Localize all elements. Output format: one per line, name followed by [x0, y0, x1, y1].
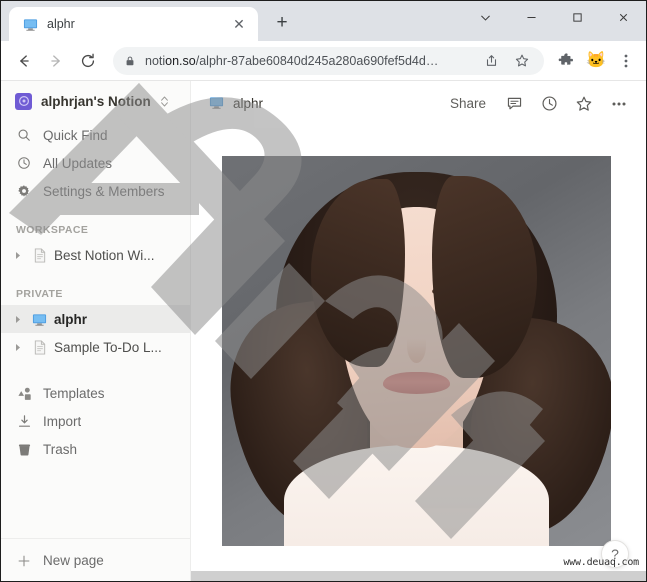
close-window-icon[interactable] [600, 1, 646, 33]
sidebar: alphrjan's Notion Quick Find All Updates [1, 81, 191, 581]
sidebar-item-import[interactable]: Import [1, 407, 190, 435]
new-page-button[interactable]: New page [1, 547, 190, 575]
sidebar-item-label: All Updates [43, 155, 113, 171]
sidebar-item-quick-find[interactable]: Quick Find [1, 121, 190, 149]
sidebar-item-label: Import [43, 413, 82, 429]
sidebar-item-templates[interactable]: Templates [1, 379, 190, 407]
chevron-right-icon[interactable] [11, 343, 25, 352]
share-button[interactable]: Share [444, 92, 492, 115]
sidebar-item-all-updates[interactable]: All Updates [1, 149, 190, 177]
star-icon[interactable] [571, 91, 597, 117]
sidebar-item-label: Settings & Members [43, 183, 165, 199]
trash-icon [16, 442, 32, 457]
address-bar[interactable]: notion.so/alphr-87abe60840d245a280a690fe… [113, 46, 544, 75]
tab-strip: alphr ✕ + [1, 1, 646, 41]
notion-content: alphr Share ? [191, 81, 646, 581]
breadcrumb[interactable]: alphr [233, 96, 263, 111]
horizontal-scrollbar[interactable] [191, 571, 646, 581]
browser-window: alphr ✕ + notion.so/alphr-87abe60840d245… [0, 0, 647, 582]
reload-icon[interactable] [73, 46, 103, 76]
share-icon[interactable] [480, 50, 502, 72]
page-icon [31, 247, 48, 263]
new-page-label: New page [43, 553, 104, 568]
back-icon[interactable] [9, 46, 39, 76]
workspace-name: alphrjan's Notion [41, 93, 151, 109]
close-icon[interactable]: ✕ [230, 15, 248, 33]
portrait-photo [222, 156, 611, 546]
clock-icon [16, 156, 32, 170]
clock-icon[interactable] [536, 91, 562, 117]
sidebar-section-workspace-title: WORKSPACE [16, 224, 89, 236]
sidebar-item-label: Templates [43, 385, 105, 401]
chevron-right-icon[interactable] [11, 315, 25, 324]
page-body: ? [191, 126, 646, 581]
new-tab-button[interactable]: + [267, 8, 297, 38]
tab-search-icon[interactable] [462, 1, 508, 33]
templates-icon [16, 386, 32, 401]
more-options-icon[interactable] [606, 91, 632, 117]
comment-icon[interactable] [501, 91, 527, 117]
sidebar-page-title: Best Notion Wi... [54, 247, 155, 263]
notion-app: alphrjan's Notion Quick Find All Updates [1, 81, 646, 581]
sidebar-section-private-title: PRIVATE [16, 288, 63, 300]
site-watermark: www.deuaq.com [563, 557, 639, 568]
page-icon [31, 339, 48, 355]
sidebar-item-settings-members[interactable]: Settings & Members [1, 177, 190, 205]
sidebar-item-label: Trash [43, 441, 78, 457]
minimize-icon[interactable] [508, 1, 554, 33]
monitor-icon [22, 16, 38, 32]
search-icon [16, 128, 32, 142]
lock-icon [124, 55, 136, 67]
sidebar-page-sample-todo-list[interactable]: Sample To-Do L... [1, 333, 190, 361]
sidebar-footer: New page [1, 538, 190, 581]
sidebar-item-trash[interactable]: Trash [1, 435, 190, 463]
sidebar-page-best-notion-wi[interactable]: Best Notion Wi... [1, 241, 190, 269]
workspace-avatar [15, 92, 32, 110]
workspace-switcher[interactable]: alphrjan's Notion [1, 81, 190, 121]
chevron-updown-icon [160, 95, 169, 108]
content-topbar: alphr Share [191, 81, 646, 126]
forward-icon[interactable] [41, 46, 71, 76]
gear-icon [16, 184, 32, 198]
window-controls [462, 1, 646, 33]
puzzle-icon[interactable] [552, 47, 580, 75]
sidebar-item-label: Quick Find [43, 127, 108, 143]
star-icon[interactable] [511, 50, 533, 72]
monitor-icon [209, 95, 224, 112]
chevron-right-icon[interactable] [11, 251, 25, 260]
page-image[interactable] [222, 156, 611, 546]
sidebar-page-title: Sample To-Do L... [54, 339, 162, 355]
plus-icon [16, 554, 32, 568]
sidebar-page-title: alphr [54, 311, 88, 327]
browser-toolbar: notion.so/alphr-87abe60840d245a280a690fe… [1, 41, 646, 81]
maximize-icon[interactable] [554, 1, 600, 33]
url-text[interactable]: notion.so/alphr-87abe60840d245a280a690fe… [145, 54, 471, 68]
sidebar-page-alphr[interactable]: alphr [1, 305, 190, 333]
import-icon [16, 414, 32, 429]
avatar[interactable]: 🐱 [582, 47, 610, 75]
tab-title: alphr [47, 17, 75, 31]
monitor-icon [31, 312, 48, 327]
browser-menu-icon[interactable] [612, 47, 640, 75]
browser-tab[interactable]: alphr ✕ [9, 7, 258, 41]
